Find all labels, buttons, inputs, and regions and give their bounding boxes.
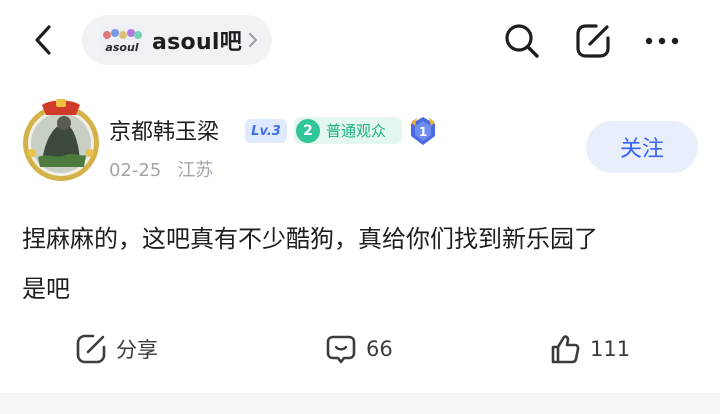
comment-icon (324, 332, 358, 366)
post-content: 捏麻麻的，这吧真有不少酷狗，真给你们找到新乐园了 是吧 (22, 214, 698, 314)
medal-icon: 1 (409, 116, 437, 146)
divider (0, 393, 720, 414)
more-button[interactable] (643, 22, 681, 60)
share-edit-button[interactable] (574, 22, 612, 60)
share-label: 分享 (116, 338, 158, 362)
rank-title: 普通观众 (326, 122, 387, 140)
rank-badge: 2 普通观众 (294, 117, 402, 144)
post-location: 江苏 (177, 160, 214, 181)
search-button[interactable] (503, 22, 541, 60)
forum-chip[interactable]: asoul asoul吧 (82, 15, 272, 65)
top-bar: asoul asoul吧 (0, 0, 720, 80)
forum-name: asoul吧 (152, 30, 243, 55)
avatar[interactable] (20, 95, 102, 183)
more-icon (645, 37, 679, 45)
svg-text:1: 1 (419, 125, 427, 139)
like-count: 111 (590, 337, 631, 361)
post-date: 02-25 (109, 160, 162, 181)
comment-count: 66 (366, 337, 393, 361)
share-button[interactable]: 分享 (74, 324, 158, 374)
like-button[interactable]: 111 (548, 324, 630, 374)
rank-number: 2 (296, 118, 320, 143)
thumbs-up-icon (548, 332, 582, 366)
forum-logo: asoul (100, 25, 144, 55)
share-icon (74, 332, 108, 366)
post-meta: 02-25 江苏 (109, 156, 213, 182)
action-bar: 分享 66 111 (0, 324, 720, 374)
chevron-right-icon (248, 32, 258, 48)
comment-button[interactable]: 66 (324, 324, 393, 374)
author-name[interactable]: 京都韩玉梁 (109, 114, 219, 146)
back-arrow-icon (35, 25, 51, 55)
level-badge: Lv.3 (245, 119, 287, 143)
back-button[interactable] (26, 22, 60, 58)
post-text-line-2: 是吧 (22, 275, 70, 303)
svg-text:asoul: asoul (105, 41, 138, 54)
follow-button[interactable]: 关注 (586, 121, 698, 173)
edit-share-icon (576, 24, 610, 58)
search-icon (505, 24, 539, 58)
post-text-line-1: 捏麻麻的，这吧真有不少酷狗，真给你们找到新乐园了 (22, 225, 598, 253)
